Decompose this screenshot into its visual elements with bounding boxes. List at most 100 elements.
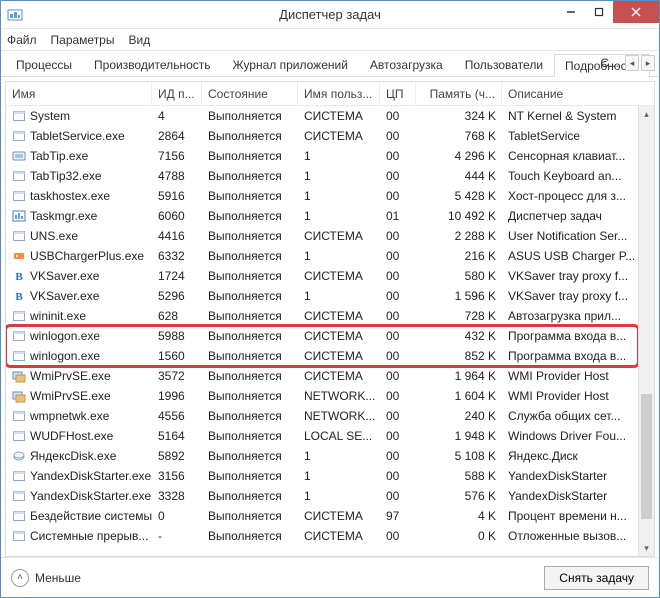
process-icon — [12, 369, 26, 383]
process-cpu: 00 — [380, 269, 416, 283]
table-row[interactable]: winlogon.exe1560ВыполняетсяСИСТЕМА00852 … — [6, 346, 654, 366]
process-desc: Хост-процесс для з... — [502, 189, 654, 203]
process-desc: VKSaver tray proxy f... — [502, 269, 654, 283]
process-user: СИСТЕМА — [298, 269, 380, 283]
process-state: Выполняется — [202, 329, 298, 343]
maximize-button[interactable] — [585, 1, 613, 23]
col-header-name[interactable]: Имя — [6, 82, 152, 105]
process-state: Выполняется — [202, 369, 298, 383]
table-row[interactable]: WmiPrvSE.exe1996ВыполняетсяNETWORK...001… — [6, 386, 654, 406]
col-header-desc[interactable]: Описание — [502, 82, 654, 105]
col-header-cpu[interactable]: ЦП — [380, 82, 416, 105]
process-pid: 4788 — [152, 169, 202, 183]
tab-processes[interactable]: Процессы — [5, 53, 83, 76]
process-name: winlogon.exe — [30, 329, 100, 343]
close-button[interactable] — [613, 1, 659, 23]
table-row[interactable]: WUDFHost.exe5164ВыполняетсяLOCAL SE...00… — [6, 426, 654, 446]
process-name: VKSaver.exe — [30, 289, 99, 303]
process-user: СИСТЕМА — [298, 509, 380, 523]
table-row[interactable]: UNS.exe4416ВыполняетсяСИСТЕМА002 288 KUs… — [6, 226, 654, 246]
process-pid: 5164 — [152, 429, 202, 443]
process-icon: B — [12, 289, 26, 303]
process-state: Выполняется — [202, 509, 298, 523]
table-row[interactable]: wininit.exe628ВыполняетсяСИСТЕМА00728 KА… — [6, 306, 654, 326]
process-desc: User Notification Ser... — [502, 229, 654, 243]
table-row[interactable]: taskhostex.exe5916Выполняется1005 428 KХ… — [6, 186, 654, 206]
tabstrip-right-button[interactable]: ▸ — [641, 55, 655, 71]
process-icon — [12, 529, 26, 543]
tab-services-partial[interactable]: С... — [596, 54, 623, 72]
vertical-scrollbar[interactable]: ▴ ▾ — [638, 106, 654, 556]
titlebar[interactable]: Диспетчер задач — [1, 1, 659, 29]
minimize-button[interactable] — [557, 1, 585, 23]
col-header-pid[interactable]: ИД п... — [152, 82, 202, 105]
table-row[interactable]: TabletService.exe2864ВыполняетсяСИСТЕМА0… — [6, 126, 654, 146]
tabstrip: Процессы Производительность Журнал прило… — [1, 51, 659, 77]
process-user: СИСТЕМА — [298, 109, 380, 123]
table-row[interactable]: USBChargerPlus.exe6332Выполняется100216 … — [6, 246, 654, 266]
table-row[interactable]: Taskmgr.exe6060Выполняется10110 492 KДис… — [6, 206, 654, 226]
process-user: 1 — [298, 449, 380, 463]
table-row[interactable]: ЯндексDisk.exe5892Выполняется1005 108 KЯ… — [6, 446, 654, 466]
menubar: Файл Параметры Вид — [1, 29, 659, 51]
process-mem: 324 K — [416, 109, 502, 123]
process-desc: Сенсорная клавиат... — [502, 149, 654, 163]
scroll-down-button[interactable]: ▾ — [639, 540, 654, 556]
process-desc: ASUS USB Charger P... — [502, 249, 654, 263]
table-row[interactable]: TabTip32.exe4788Выполняется100444 KTouch… — [6, 166, 654, 186]
table-row[interactable]: YandexDiskStarter.exe3328Выполняется1005… — [6, 486, 654, 506]
process-user: 1 — [298, 289, 380, 303]
process-user: СИСТЕМА — [298, 329, 380, 343]
process-state: Выполняется — [202, 289, 298, 303]
process-pid: 4416 — [152, 229, 202, 243]
process-user: СИСТЕМА — [298, 309, 380, 323]
menu-options[interactable]: Параметры — [51, 33, 115, 47]
process-desc: TabletService — [502, 129, 654, 143]
tab-users[interactable]: Пользователи — [454, 53, 554, 76]
process-listview: Имя ИД п... Состояние Имя польз... ЦП Па… — [5, 81, 655, 557]
process-user: 1 — [298, 149, 380, 163]
process-cpu: 01 — [380, 209, 416, 223]
process-desc: NT Kernel & System — [502, 109, 654, 123]
process-cpu: 00 — [380, 109, 416, 123]
table-row[interactable]: Системные прерыв...-ВыполняетсяСИСТЕМА00… — [6, 526, 654, 546]
scroll-thumb[interactable] — [641, 394, 652, 519]
process-cpu: 00 — [380, 169, 416, 183]
process-name: Бездействие системы — [30, 509, 152, 523]
scroll-track[interactable] — [639, 122, 654, 540]
table-row[interactable]: TabTip.exe7156Выполняется1004 296 KСенсо… — [6, 146, 654, 166]
process-mem: 240 K — [416, 409, 502, 423]
table-row[interactable]: WmiPrvSE.exe3572ВыполняетсяСИСТЕМА001 96… — [6, 366, 654, 386]
process-cpu: 00 — [380, 429, 416, 443]
fewer-label: Меньше — [35, 571, 81, 585]
process-cpu: 00 — [380, 489, 416, 503]
table-row[interactable]: BVKSaver.exe1724ВыполняетсяСИСТЕМА00580 … — [6, 266, 654, 286]
process-mem: 852 K — [416, 349, 502, 363]
end-task-button[interactable]: Снять задачу — [544, 566, 649, 590]
table-row[interactable]: BVKSaver.exe5296Выполняется1001 596 KVKS… — [6, 286, 654, 306]
table-row[interactable]: System4ВыполняетсяСИСТЕМА00324 KNT Kerne… — [6, 106, 654, 126]
tabstrip-left-button[interactable]: ◂ — [625, 55, 639, 71]
table-row[interactable]: wmpnetwk.exe4556ВыполняетсяNETWORK...002… — [6, 406, 654, 426]
col-header-user[interactable]: Имя польз... — [298, 82, 380, 105]
col-header-mem[interactable]: Память (ч... — [416, 82, 502, 105]
chevron-up-icon: ˄ — [11, 569, 29, 587]
scroll-up-button[interactable]: ▴ — [639, 106, 654, 122]
tab-startup[interactable]: Автозагрузка — [359, 53, 454, 76]
tab-app-history[interactable]: Журнал приложений — [222, 53, 359, 76]
process-pid: 4 — [152, 109, 202, 123]
fewer-details-button[interactable]: ˄ Меньше — [11, 569, 81, 587]
col-header-state[interactable]: Состояние — [202, 82, 298, 105]
process-pid: - — [152, 529, 202, 543]
process-cpu: 00 — [380, 309, 416, 323]
menu-view[interactable]: Вид — [128, 33, 150, 47]
process-pid: 2864 — [152, 129, 202, 143]
tab-performance[interactable]: Производительность — [83, 53, 221, 76]
process-state: Выполняется — [202, 249, 298, 263]
table-row[interactable]: Бездействие системы0ВыполняетсяСИСТЕМА97… — [6, 506, 654, 526]
menu-file[interactable]: Файл — [7, 33, 37, 47]
process-pid: 4556 — [152, 409, 202, 423]
table-row[interactable]: YandexDiskStarter.exe3156Выполняется1005… — [6, 466, 654, 486]
table-row[interactable]: winlogon.exe5988ВыполняетсяСИСТЕМА00432 … — [6, 326, 654, 346]
process-cpu: 00 — [380, 329, 416, 343]
